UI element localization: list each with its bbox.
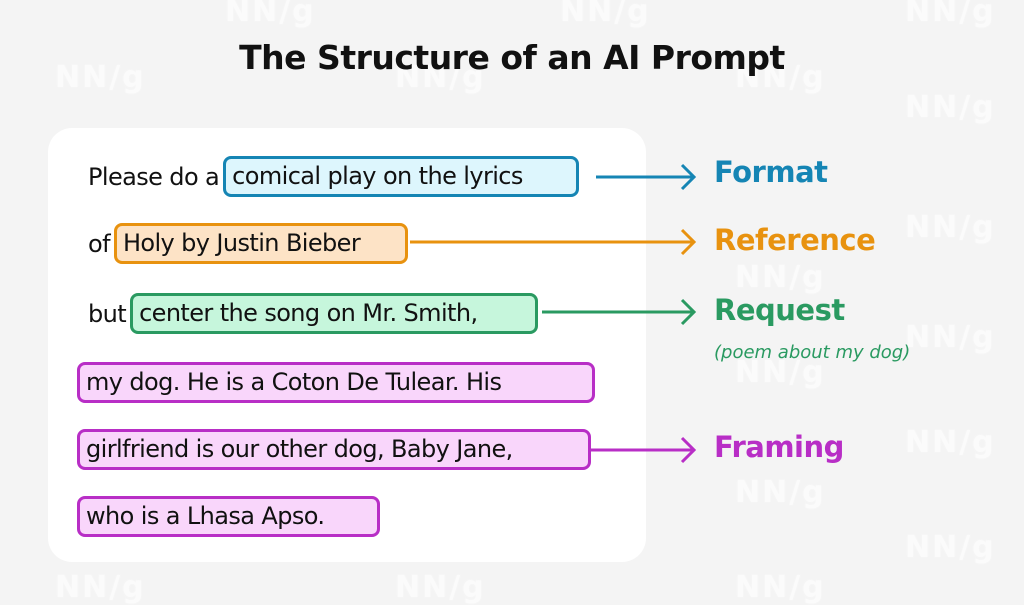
prompt-prefix: of	[88, 229, 111, 258]
prompt-line-format: Please do a comical play on the lyrics	[88, 156, 580, 197]
arrow-reference-icon	[410, 228, 697, 256]
watermark: NN/g	[735, 475, 826, 510]
label-reference: Reference	[714, 223, 876, 257]
watermark: NN/g	[735, 570, 826, 605]
prompt-line-request: but center the song on Mr. Smith,	[88, 293, 539, 334]
highlight-request: center the song on Mr. Smith,	[130, 293, 539, 334]
watermark: NN/g	[905, 530, 996, 565]
prompt-line-framing-1: my dog. He is a Coton De Tulear. His	[77, 362, 595, 403]
watermark: NN/g	[395, 570, 486, 605]
watermark: NN/g	[905, 320, 996, 355]
prompt-prefix: but	[88, 299, 127, 328]
watermark: NN/g	[225, 0, 316, 29]
watermark: NN/g	[735, 260, 826, 295]
watermark: NN/g	[55, 570, 146, 605]
label-format: Format	[714, 155, 828, 189]
highlight-framing: girlfriend is our other dog, Baby Jane,	[77, 429, 591, 470]
watermark: NN/g	[905, 0, 996, 29]
diagram-title: The Structure of an AI Prompt	[239, 38, 785, 77]
highlight-framing: my dog. He is a Coton De Tulear. His	[77, 362, 595, 403]
arrow-request-icon	[542, 298, 697, 326]
label-request-note: (poem about my dog)	[714, 342, 911, 363]
prompt-line-framing-2: girlfriend is our other dog, Baby Jane,	[77, 429, 591, 470]
watermark: NN/g	[905, 90, 996, 125]
arrow-format-icon	[596, 163, 697, 191]
watermark: NN/g	[560, 0, 651, 29]
watermark: NN/g	[905, 425, 996, 460]
highlight-framing: who is a Lhasa Apso.	[77, 496, 380, 537]
watermark: NN/g	[905, 210, 996, 245]
highlight-format: comical play on the lyrics	[223, 156, 580, 197]
prompt-prefix: Please do a	[88, 162, 220, 191]
label-framing: Framing	[714, 430, 844, 464]
arrow-framing-icon	[590, 436, 697, 464]
prompt-line-reference: of Holy by Justin Bieber	[88, 223, 408, 264]
highlight-reference: Holy by Justin Bieber	[113, 223, 408, 264]
label-request: Request	[714, 293, 845, 327]
prompt-line-framing-3: who is a Lhasa Apso.	[77, 496, 380, 537]
